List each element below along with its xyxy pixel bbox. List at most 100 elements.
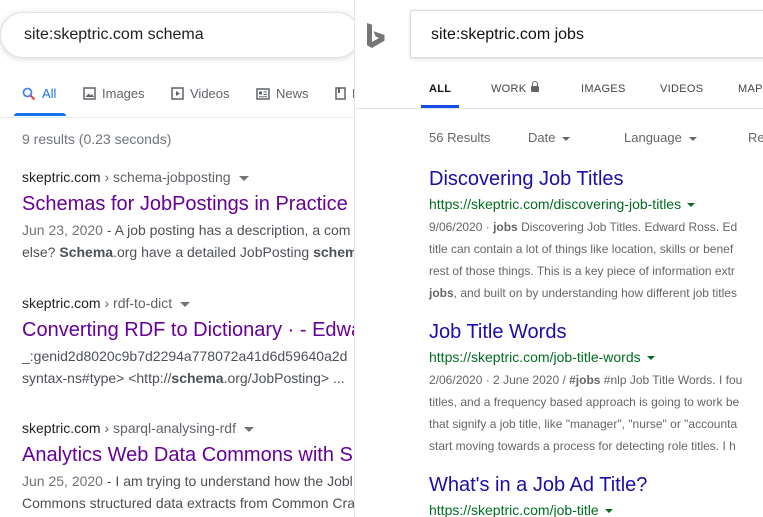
chevron-down-icon xyxy=(562,136,571,141)
result-snippet: Jun 25, 2020 - I am trying to understand… xyxy=(22,470,355,514)
result-title-link[interactable]: Schemas for JobPostings in Practice xyxy=(22,191,355,217)
snippet-highlight: jobs xyxy=(429,286,454,300)
result-url-text[interactable]: https://skeptric.com/job-title xyxy=(429,502,599,517)
snippet-text: Commons structured data extracts from Co… xyxy=(22,495,355,511)
tab-all[interactable]: ALL xyxy=(429,83,451,95)
bing-logo-icon[interactable] xyxy=(365,22,389,50)
bing-search-input[interactable]: site:skeptric.com jobs xyxy=(431,26,584,44)
tab-news[interactable]: News xyxy=(256,86,309,101)
result-snippet: 2/06/2020 · 2 June 2020 / #jobs #nlp Job… xyxy=(429,369,763,457)
result-title-link[interactable]: What's in a Job Ad Title? xyxy=(429,472,763,498)
google-search-box[interactable]: site:skeptric.com schema xyxy=(0,12,355,58)
result-path: schema-jobposting xyxy=(113,169,231,185)
snippet-text: - I am trying to understand how the Jobl xyxy=(102,473,353,489)
active-tab-indicator xyxy=(14,113,66,116)
result-title-link[interactable]: Job Title Words xyxy=(429,319,763,345)
result-title-link[interactable]: Discovering Job Titles xyxy=(429,166,763,192)
result-title-link[interactable]: Analytics Web Data Commons with SI xyxy=(22,442,355,468)
google-tab-bar: All Images Videos News B xyxy=(0,80,355,118)
result-date: 2/06/2020 xyxy=(429,373,483,387)
search-result: What's in a Job Ad Title? https://skeptr… xyxy=(429,472,763,517)
result-breadcrumb: skeptric.com › schema-jobposting xyxy=(22,167,355,187)
snippet-text: #nlp Job Title Words. I fou xyxy=(600,373,743,387)
snippet-text: _:genid2d8020c9b7d2294a778072a41d6d59640… xyxy=(22,348,348,364)
snippet-highlight: jobs xyxy=(493,220,518,234)
snippet-highlight: schem xyxy=(313,244,355,260)
snippet-text: - A job posting has a description, a com xyxy=(102,222,351,238)
book-icon xyxy=(335,87,346,100)
tab-videos[interactable]: Videos xyxy=(171,86,230,101)
result-url-text[interactable]: https://skeptric.com/discovering-job-tit… xyxy=(429,196,681,212)
search-icon xyxy=(22,87,36,100)
tab-videos[interactable]: VIDEOS xyxy=(660,83,703,95)
play-icon xyxy=(171,87,184,100)
chevron-down-icon[interactable] xyxy=(687,203,696,208)
snippet-highlight: schema xyxy=(171,370,224,386)
snippet-text: start moving towards a process for detec… xyxy=(429,439,736,453)
result-site: skeptric.com xyxy=(22,169,101,185)
snippet-text: syntax-ns#type> <http:// xyxy=(22,370,172,386)
search-result: Discovering Job Titles https://skeptric.… xyxy=(429,166,763,304)
snippet-highlight: #jobs xyxy=(569,373,601,387)
snippet-highlight: Schema xyxy=(59,244,114,260)
language-filter-label: Language xyxy=(624,130,682,145)
tab-all[interactable]: All xyxy=(22,86,56,101)
chevron-down-icon[interactable] xyxy=(604,509,613,514)
result-breadcrumb: skeptric.com › rdf-to-dict xyxy=(22,293,355,313)
chevron-down-icon[interactable] xyxy=(646,356,655,361)
tab-work-label: WORK xyxy=(491,83,527,95)
image-icon xyxy=(83,87,96,100)
tab-images[interactable]: IMAGES xyxy=(581,83,626,95)
tab-maps[interactable]: MAPS xyxy=(738,83,763,95)
tab-images[interactable]: Images xyxy=(83,86,145,101)
snippet-text: , and built on by understanding how diff… xyxy=(453,286,737,300)
result-date: 9/06/2020 xyxy=(429,220,483,234)
snippet-text: · 2 June 2020 / xyxy=(482,373,570,387)
result-date: Jun 23, 2020 xyxy=(22,222,103,238)
snippet-text: rest of those things. This is a key piec… xyxy=(429,264,735,278)
lock-icon xyxy=(531,81,540,92)
filter-bar: 56 Results Date Language Re xyxy=(355,130,763,150)
bing-tab-bar: ALL WORK IMAGES VIDEOS MAPS xyxy=(355,70,763,109)
result-path: rdf-to-dict xyxy=(113,295,173,311)
tab-images-label: Images xyxy=(102,86,145,101)
bing-search-box[interactable]: site:skeptric.com jobs xyxy=(410,10,763,58)
chevron-down-icon[interactable] xyxy=(180,301,191,307)
tab-videos-label: Videos xyxy=(190,86,230,101)
result-url: https://skeptric.com/job-title xyxy=(429,500,763,517)
date-filter[interactable]: Date xyxy=(528,130,571,145)
snippet-text: Discovering Job Titles. Edward Ross. Ed xyxy=(517,220,738,234)
google-search-input[interactable]: site:skeptric.com schema xyxy=(24,26,204,44)
tab-work[interactable]: WORK xyxy=(491,81,540,95)
snippet-text: that signify a job title, like "manager"… xyxy=(429,417,738,431)
tab-books[interactable]: B xyxy=(335,86,355,101)
tab-all-label: All xyxy=(42,86,57,101)
active-tab-indicator xyxy=(421,105,459,108)
date-filter-label: Date xyxy=(528,130,556,145)
result-url-text[interactable]: https://skeptric.com/job-title-words xyxy=(429,349,641,365)
chevron-down-icon[interactable] xyxy=(238,175,249,181)
result-path: sparql-analysing-rdf xyxy=(113,420,236,436)
chevron-down-icon[interactable] xyxy=(243,426,254,432)
tab-news-label: News xyxy=(276,86,309,101)
result-snippet: _:genid2d8020c9b7d2294a778072a41d6d59640… xyxy=(22,345,355,389)
result-date: Jun 25, 2020 xyxy=(22,473,103,489)
result-count: 56 Results xyxy=(429,130,491,145)
language-filter[interactable]: Language xyxy=(624,130,697,145)
snippet-text: title can contain a lot of things like l… xyxy=(429,242,734,256)
newspaper-icon xyxy=(256,87,270,100)
region-filter[interactable]: Re xyxy=(748,130,763,145)
result-snippet: Jun 23, 2020 - A job posting has a descr… xyxy=(22,219,355,263)
snippet-text: .org/JobPosting> ... xyxy=(223,370,345,386)
result-snippet: 9/06/2020 · jobs Discovering Job Titles.… xyxy=(429,216,763,304)
search-result: skeptric.com › sparql-analysing-rdf Anal… xyxy=(22,418,355,514)
result-url: https://skeptric.com/discovering-job-tit… xyxy=(429,194,763,214)
result-breadcrumb: skeptric.com › sparql-analysing-rdf xyxy=(22,418,355,438)
result-stats: 9 results (0.23 seconds) xyxy=(22,131,172,147)
snippet-text: titles, and a frequency based approach i… xyxy=(429,395,740,409)
bing-results-pane: site:skeptric.com jobs ALL WORK IMAGES V… xyxy=(355,0,763,517)
google-results-pane: site:skeptric.com schema All Images Vide… xyxy=(0,0,355,517)
result-title-link[interactable]: Converting RDF to Dictionary · - Edwa xyxy=(22,317,355,343)
chevron-down-icon xyxy=(688,136,697,141)
result-site: skeptric.com xyxy=(22,295,101,311)
